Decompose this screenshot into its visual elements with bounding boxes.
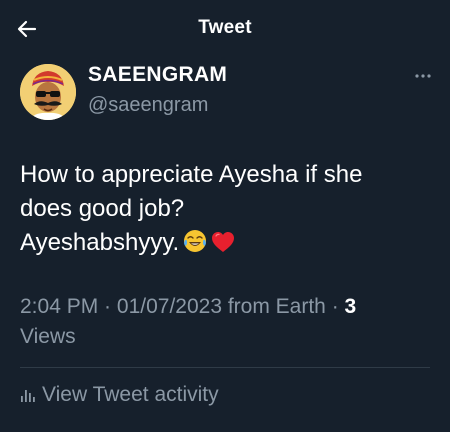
views-label: Views xyxy=(20,325,76,348)
face-with-tears-of-joy-emoji xyxy=(183,229,207,263)
activity-label: View Tweet activity xyxy=(42,383,219,406)
tweet-line: does good job? xyxy=(20,195,185,222)
author-handle[interactable]: @saeengram xyxy=(88,94,208,117)
top-bar: Tweet xyxy=(0,0,450,56)
bar-chart-icon xyxy=(20,387,36,403)
view-tweet-activity-link[interactable]: View Tweet activity xyxy=(20,383,219,407)
tweet-source: from Earth xyxy=(222,295,326,318)
more-horizontal-icon xyxy=(415,74,431,78)
tweet-line: Ayeshabshyyy. xyxy=(20,229,180,256)
tweet-time[interactable]: 2:04 PM xyxy=(20,295,98,318)
views-count: 3 xyxy=(344,295,357,318)
separator: · xyxy=(325,295,345,318)
separator: · xyxy=(98,295,117,318)
tweet-meta: 2:04 PM · 01/07/2023 from Earth · 3 View… xyxy=(20,292,430,352)
page-title: Tweet xyxy=(198,17,252,38)
avatar[interactable] xyxy=(20,64,76,120)
tweet-text: How to appreciate Ayesha if she does goo… xyxy=(20,158,430,263)
divider xyxy=(20,367,430,368)
more-button[interactable] xyxy=(414,66,432,84)
cartoon-avatar-icon xyxy=(20,64,76,120)
red-heart-emoji xyxy=(211,229,235,263)
tweet-line: How to appreciate Ayesha if she xyxy=(20,161,363,188)
tweet-date[interactable]: 01/07/2023 xyxy=(117,295,222,318)
author-name[interactable]: SAEENGRAM xyxy=(88,63,227,87)
tweet-line-with-emoji: Ayeshabshyyy. xyxy=(20,226,430,263)
